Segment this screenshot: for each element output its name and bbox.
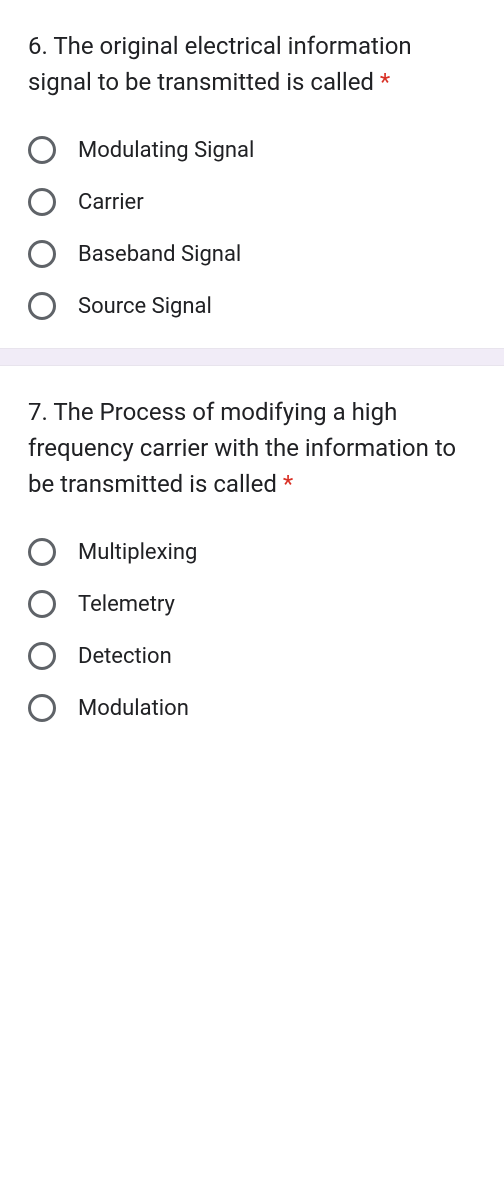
- radio-option[interactable]: Modulating Signal: [28, 136, 476, 164]
- question-body: The Process of modifying a high frequenc…: [28, 398, 456, 498]
- option-label: Modulation: [78, 696, 189, 721]
- radio-icon: [28, 642, 56, 670]
- radio-icon: [28, 694, 56, 722]
- options-list: Multiplexing Telemetry Detection Modulat…: [28, 538, 476, 722]
- question-card-7: 7. The Process of modifying a high frequ…: [0, 366, 504, 750]
- option-label: Detection: [78, 644, 172, 669]
- option-label: Source Signal: [78, 294, 212, 319]
- question-number: 7.: [28, 398, 48, 426]
- radio-icon: [28, 292, 56, 320]
- required-asterisk: *: [283, 470, 293, 498]
- option-label: Baseband Signal: [78, 242, 241, 267]
- option-label: Telemetry: [78, 592, 175, 617]
- radio-icon: [28, 188, 56, 216]
- radio-option[interactable]: Source Signal: [28, 292, 476, 320]
- radio-icon: [28, 590, 56, 618]
- radio-icon: [28, 538, 56, 566]
- radio-option[interactable]: Carrier: [28, 188, 476, 216]
- question-number: 6.: [28, 32, 48, 60]
- options-list: Modulating Signal Carrier Baseband Signa…: [28, 136, 476, 320]
- radio-icon: [28, 136, 56, 164]
- radio-icon: [28, 240, 56, 268]
- radio-option[interactable]: Modulation: [28, 694, 476, 722]
- card-divider: [0, 348, 504, 366]
- question-card-6: 6. The original electrical information s…: [0, 0, 504, 348]
- radio-option[interactable]: Telemetry: [28, 590, 476, 618]
- question-body: The original electrical information sign…: [28, 32, 412, 96]
- question-text: 7. The Process of modifying a high frequ…: [28, 394, 476, 502]
- option-label: Carrier: [78, 190, 144, 215]
- radio-option[interactable]: Baseband Signal: [28, 240, 476, 268]
- question-text: 6. The original electrical information s…: [28, 28, 476, 100]
- required-asterisk: *: [380, 68, 390, 96]
- option-label: Multiplexing: [78, 540, 197, 565]
- option-label: Modulating Signal: [78, 138, 254, 163]
- radio-option[interactable]: Multiplexing: [28, 538, 476, 566]
- radio-option[interactable]: Detection: [28, 642, 476, 670]
